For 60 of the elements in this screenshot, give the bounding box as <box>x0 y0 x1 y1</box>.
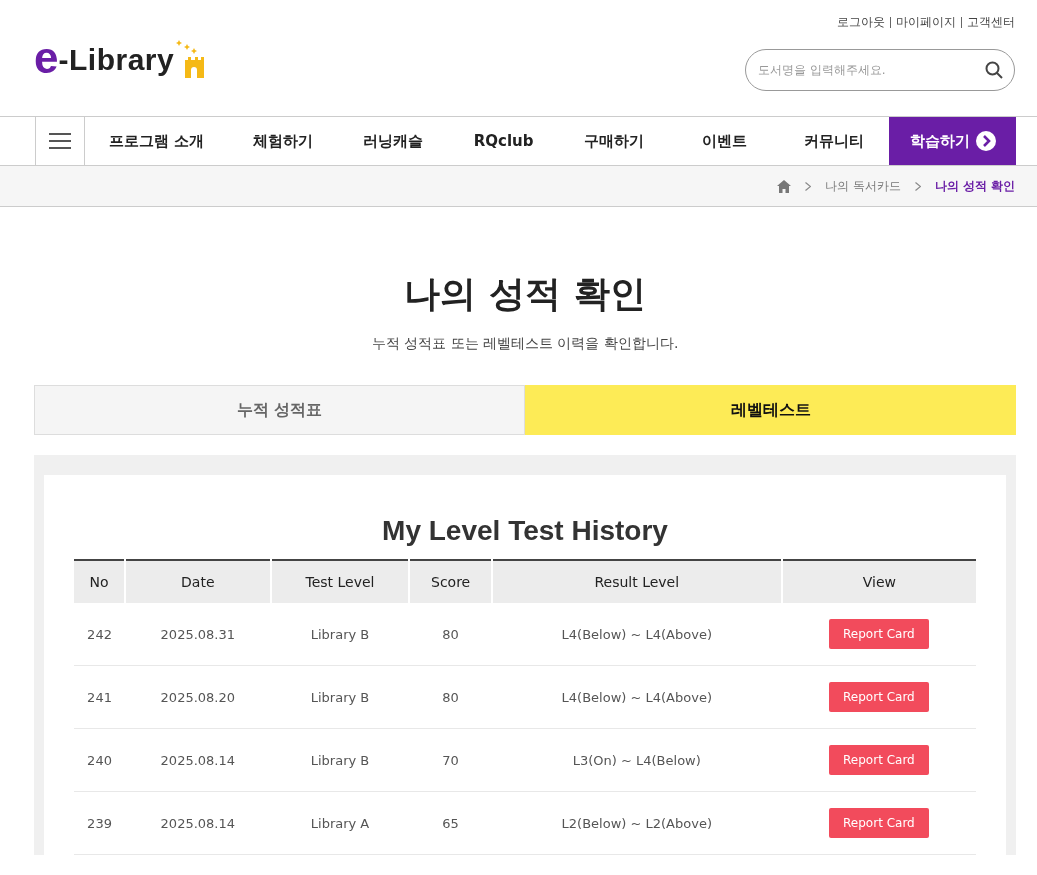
table-cell: Library B <box>270 728 410 792</box>
report-card-button[interactable]: Report Card <box>828 619 929 649</box>
nav-item[interactable]: 러닝캐슬 <box>338 117 449 165</box>
breadcrumb-link[interactable]: 나의 성적 확인 <box>934 177 1015 195</box>
table-cell: 2025.08.14 <box>125 791 271 855</box>
table-cell: L3(On) ~ L4(Below) <box>491 728 782 792</box>
table-cell: L4(Below) ~ L4(Above) <box>491 665 782 729</box>
divider <box>890 17 891 28</box>
column-header: Date <box>125 560 271 603</box>
menu-icon <box>49 133 71 149</box>
breadcrumb-link[interactable]: 나의 독서카드 <box>824 177 901 195</box>
page-title: 나의 성적 확인 <box>403 272 647 316</box>
tab[interactable]: 레벨테스트 <box>525 385 1016 435</box>
column-header: Test Level <box>270 560 410 603</box>
report-card-button[interactable]: Report Card <box>828 682 929 712</box>
chevron-right-icon <box>914 181 921 191</box>
logo-mark[interactable]: e <box>34 36 59 80</box>
nav-item[interactable]: 학습하기 <box>889 117 1016 165</box>
table-cell: 241 <box>74 665 126 729</box>
page-subtitle: 누적 성적표 또는 레벨테스트 이력을 확인합니다. <box>370 335 680 353</box>
top-link[interactable]: 마이페이지 <box>896 14 956 31</box>
table-cell: L4(Below) ~ L4(Above) <box>491 603 782 666</box>
search-icon[interactable] <box>985 61 1003 79</box>
nav-item[interactable]: 체험하기 <box>228 117 339 165</box>
top-link[interactable]: 고객센터 <box>967 14 1015 31</box>
table-cell: 2025.08.14 <box>125 728 271 792</box>
nav-item[interactable]: 커뮤니티 <box>779 117 890 165</box>
table-cell: 239 <box>74 791 126 855</box>
nav-item[interactable]: 프로그램 소개 <box>85 117 229 165</box>
table-cell: Library B <box>270 603 410 666</box>
top-link[interactable]: 로그아웃 <box>837 14 885 31</box>
report-card-button[interactable]: Report Card <box>828 745 929 775</box>
table-cell: 240 <box>74 728 126 792</box>
column-header: View <box>781 560 976 603</box>
menu-button[interactable] <box>35 117 85 165</box>
search-field[interactable]: 도서명을 입력해주세요. <box>745 49 1015 91</box>
column-header: Result Level <box>491 560 782 603</box>
table-cell: 242 <box>74 603 126 666</box>
column-header: Score <box>409 560 492 603</box>
table-cell: 80 <box>409 665 492 729</box>
home-icon[interactable] <box>776 179 791 193</box>
table-cell: Library B <box>270 665 410 729</box>
nav-item[interactable]: 구매하기 <box>558 117 669 165</box>
nav-item[interactable]: 이벤트 <box>668 117 780 165</box>
tab[interactable]: 누적 성적표 <box>34 385 525 435</box>
table-cell: 65 <box>409 791 492 855</box>
table-title: My Level Test History <box>381 515 669 547</box>
column-header: No <box>74 560 126 603</box>
divider <box>961 17 962 28</box>
nav-item[interactable]: RQclub <box>448 117 559 165</box>
table-cell: 2025.08.31 <box>125 603 271 666</box>
table-cell: 70 <box>409 728 492 792</box>
logo-text[interactable]: -Library <box>58 40 175 80</box>
table-cell: 80 <box>409 603 492 666</box>
report-card-button[interactable]: Report Card <box>828 808 929 838</box>
chevron-right-icon <box>804 181 811 191</box>
table-cell: L2(Below) ~ L2(Above) <box>491 791 782 855</box>
table-cell: Library A <box>270 791 410 855</box>
chevron-circle-icon <box>975 131 996 151</box>
table-cell: 2025.08.20 <box>125 665 271 729</box>
